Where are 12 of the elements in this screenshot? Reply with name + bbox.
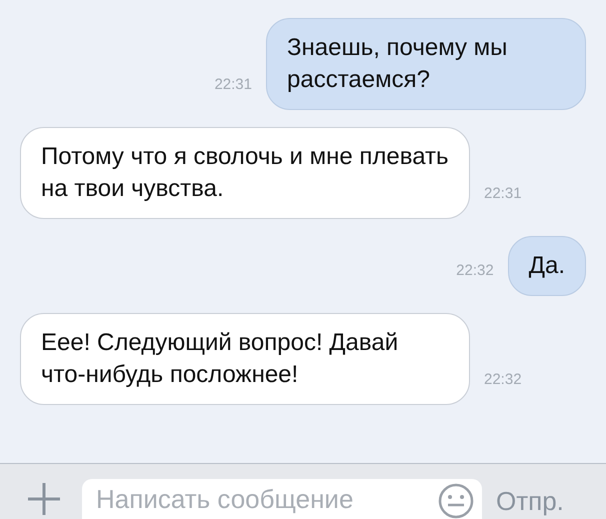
smiley-icon[interactable] — [438, 483, 474, 519]
outgoing-message: Знаешь, почему мы расстаемся? — [266, 18, 586, 110]
message-time: 22:31 — [214, 74, 252, 94]
incoming-message: Потому что я сволочь и мне плевать на твои чувства. — [20, 127, 470, 219]
incoming-message: Еее! Следующий вопрос! Давай что-нибудь посложнее! — [20, 313, 470, 405]
message-time: 22:32 — [484, 370, 522, 390]
send-button[interactable]: Отпр. — [496, 485, 564, 517]
message-input[interactable]: Написать сообщение — [82, 479, 482, 519]
message-time: 22:32 — [456, 260, 494, 280]
message-time: 22:31 — [484, 184, 522, 204]
plus-icon[interactable] — [26, 481, 62, 517]
outgoing-message: Да. — [508, 236, 586, 296]
